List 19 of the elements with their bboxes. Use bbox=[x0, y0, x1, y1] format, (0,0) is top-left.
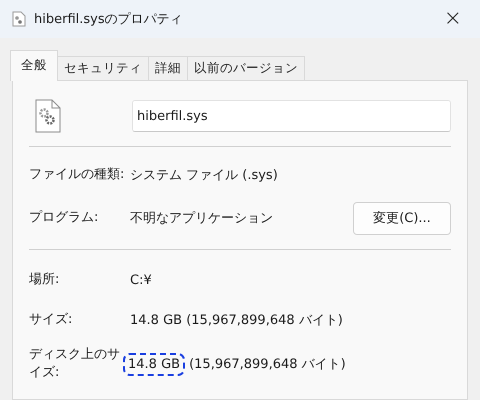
field-value: 不明なアプリケーション bbox=[129, 210, 274, 228]
field-label: 場所: bbox=[29, 270, 60, 289]
field-label: ファイルの種類: bbox=[29, 166, 126, 184]
close-button[interactable]: × bbox=[440, 8, 466, 30]
system-file-icon bbox=[12, 11, 26, 27]
tab[interactable]: 以前のバージョン bbox=[187, 56, 305, 80]
file-name-field[interactable]: hiberfil.sys bbox=[132, 100, 451, 132]
change-button[interactable]: 変更(C)... bbox=[353, 202, 451, 234]
field-value: システム ファイル (.sys) bbox=[129, 167, 279, 185]
field-value: C:¥ bbox=[129, 272, 153, 288]
tab[interactable]: 全般 bbox=[10, 50, 58, 81]
field-value: (15,967,899,648 バイト) bbox=[188, 356, 347, 374]
window-title: hiberfil.sysのプロパティ bbox=[34, 11, 184, 28]
highlighted-value: 14.8 GB bbox=[123, 352, 186, 376]
field-label: ディスク上のサイズ: bbox=[29, 346, 121, 382]
field-value: 14.8 GB (15,967,899,648 バイト) bbox=[129, 312, 344, 330]
field-label: プログラム: bbox=[29, 208, 100, 227]
field-label: サイズ: bbox=[29, 310, 74, 329]
system-file-icon bbox=[35, 99, 61, 133]
